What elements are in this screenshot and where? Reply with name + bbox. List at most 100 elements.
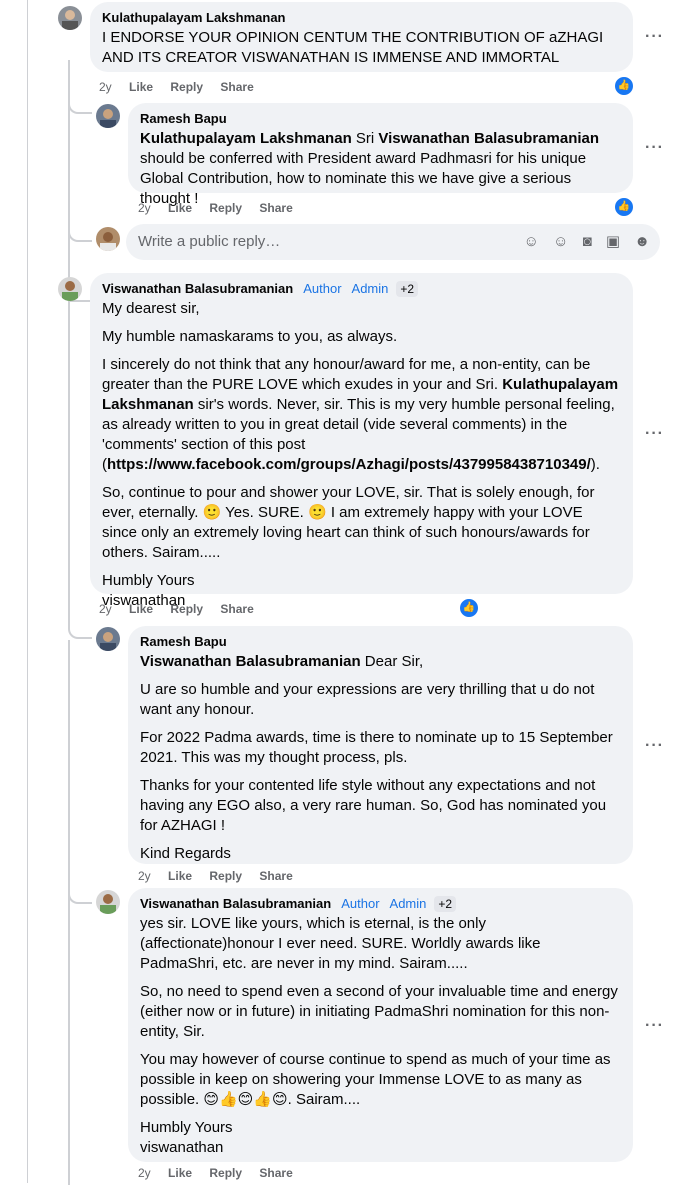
comment-text-segment: ). <box>590 456 600 473</box>
more-options-icon[interactable]: ··· <box>645 737 664 755</box>
more-options-icon[interactable]: ··· <box>645 28 664 46</box>
reply-button[interactable]: Reply <box>170 80 203 94</box>
comment-actions: 2y Like Reply Share <box>138 1165 307 1181</box>
comment-actions: 2y Like Reply Share <box>138 200 307 216</box>
more-options-icon[interactable]: ··· <box>645 425 664 443</box>
share-button[interactable]: Share <box>220 602 253 616</box>
sign-off: Humbly Yours <box>102 572 195 589</box>
mention-link[interactable]: Viswanathan Balasubramanian <box>378 130 599 147</box>
sign-off: Humbly Yours <box>140 1119 233 1136</box>
comment-text: Thanks for your contented life style wit… <box>140 777 607 834</box>
more-options-icon[interactable]: ··· <box>645 139 664 157</box>
share-button[interactable]: Share <box>259 869 292 883</box>
avatar[interactable] <box>58 6 82 30</box>
like-reaction-icon[interactable]: 👍 <box>614 197 634 217</box>
avatar[interactable] <box>96 627 120 651</box>
reply-button[interactable]: Reply <box>170 602 203 616</box>
reply-input[interactable]: Write a public reply… ☺ ☺ ◙ ▣ ☻ <box>126 224 660 260</box>
comment-text: I sincerely do not think that any honour… <box>102 355 621 475</box>
comment-author[interactable]: Viswanathan Balasubramanian <box>140 896 331 911</box>
comment-actions: 2y Like Reply Share <box>99 601 268 617</box>
comment-text: U are so humble and your expressions are… <box>140 681 595 718</box>
comment-text: Humbly Yours viswanathan <box>140 1118 621 1158</box>
comment-author[interactable]: Viswanathan Balasubramanian <box>102 281 293 296</box>
sticker-icon[interactable]: ☻ <box>634 233 650 250</box>
avatar-image <box>62 281 78 301</box>
more-options-icon[interactable]: ··· <box>645 1017 664 1035</box>
avatar[interactable] <box>58 277 82 301</box>
avatar[interactable] <box>96 104 120 128</box>
avatar-sticker-icon[interactable]: ☺ <box>524 233 539 250</box>
admin-badge[interactable]: Admin <box>352 281 389 296</box>
comment-text: Viswanathan Balasubramanian Dear Sir, <box>140 652 621 672</box>
comment-text: Kind Regards <box>140 845 231 862</box>
like-button[interactable]: Like <box>129 80 153 94</box>
comment-time[interactable]: 2y <box>138 1166 151 1180</box>
share-button[interactable]: Share <box>259 1166 292 1180</box>
comment-time[interactable]: 2y <box>99 80 112 94</box>
comment-bubble: Ramesh Bapu Kulathupalayam Lakshmanan Sr… <box>128 103 633 207</box>
author-badge[interactable]: Author <box>341 896 379 911</box>
thread-connector <box>68 880 92 904</box>
comment-bubble: Kulathupalayam Lakshmanan I ENDORSE YOUR… <box>90 2 633 72</box>
like-reaction-icon[interactable]: 👍 <box>614 76 634 96</box>
comment-text-segment: should be conferred with President award… <box>140 150 587 207</box>
current-user-avatar[interactable] <box>96 227 120 251</box>
reply-button[interactable]: Reply <box>209 201 242 215</box>
comment-text: For 2022 Padma awards, time is there to … <box>140 729 613 766</box>
reply-button[interactable]: Reply <box>209 1166 242 1180</box>
comment-bubble: Viswanathan Balasubramanian Author Admin +2… <box>90 273 633 609</box>
comment-time[interactable]: 2y <box>99 602 112 616</box>
comment-text-segment: Dear Sir, <box>360 653 424 670</box>
comment-time[interactable]: 2y <box>138 201 151 215</box>
thread-connector <box>68 215 92 242</box>
comment-text: My dearest sir, <box>102 300 200 317</box>
comment-author[interactable]: Ramesh Bapu <box>140 111 621 127</box>
comment-text: So, continue to pour and shower your LOV… <box>102 484 595 561</box>
signature: viswanathan <box>140 1139 224 1156</box>
avatar-image <box>100 632 116 651</box>
mention-link[interactable]: Kulathupalayam Lakshmanan <box>140 130 352 147</box>
share-button[interactable]: Share <box>220 80 253 94</box>
comment-author-row: Viswanathan Balasubramanian Author Admin +2 <box>140 896 621 912</box>
like-button[interactable]: Like <box>168 869 192 883</box>
thread-connector <box>68 90 92 114</box>
avatar-image <box>100 894 116 914</box>
avatar-image <box>100 109 116 128</box>
gif-icon[interactable]: ▣ <box>606 233 620 250</box>
thread-rail-c3b <box>68 640 70 1185</box>
comment-text: So, no need to spend even a second of yo… <box>140 983 618 1040</box>
avatar[interactable] <box>96 890 120 914</box>
avatar-image <box>62 10 78 30</box>
comment-time[interactable]: 2y <box>138 869 151 883</box>
thread-rail <box>27 0 28 1183</box>
comment-text: I ENDORSE YOUR OPINION CENTUM THE CONTRI… <box>102 29 604 66</box>
share-button[interactable]: Share <box>259 201 292 215</box>
comment-text: You may however of course continue to sp… <box>140 1051 611 1108</box>
like-reaction-icon[interactable]: 👍 <box>459 598 479 618</box>
comment-author[interactable]: Kulathupalayam Lakshmanan <box>102 10 621 26</box>
avatar-image <box>100 232 116 251</box>
comment-author-row: Viswanathan Balasubramanian Author Admin +2 <box>102 281 621 297</box>
like-button[interactable]: Like <box>168 1166 192 1180</box>
comment-text-segment: Sri <box>351 130 379 147</box>
author-badge[interactable]: Author <box>303 281 341 296</box>
emoji-icon[interactable]: ☺ <box>553 233 568 250</box>
comment-actions: 2y Like Reply Share <box>99 79 268 95</box>
like-button[interactable]: Like <box>129 602 153 616</box>
admin-badge[interactable]: Admin <box>390 896 427 911</box>
more-badges[interactable]: +2 <box>396 281 419 297</box>
comment-text: Kulathupalayam Lakshmanan Sri Viswanatha… <box>140 129 621 209</box>
more-badges[interactable]: +2 <box>434 896 457 912</box>
reply-tools: ☺ ☺ ◙ ▣ ☻ <box>514 224 650 260</box>
like-button[interactable]: Like <box>168 201 192 215</box>
comment-text: My humble namaskarams to you, as always. <box>102 328 398 345</box>
mention-link[interactable]: Viswanathan Balasubramanian <box>140 653 361 670</box>
post-link[interactable]: https://www.facebook.com/groups/Azhagi/p… <box>107 456 591 473</box>
camera-icon[interactable]: ◙ <box>583 233 592 250</box>
comment-author[interactable]: Ramesh Bapu <box>140 634 621 650</box>
reply-button[interactable]: Reply <box>209 869 242 883</box>
comment-text: yes sir. LOVE like yours, which is etern… <box>140 915 541 972</box>
comment-actions: 2y Like Reply Share <box>138 868 307 884</box>
comment-bubble: Ramesh Bapu Viswanathan Balasubramanian … <box>128 626 633 864</box>
